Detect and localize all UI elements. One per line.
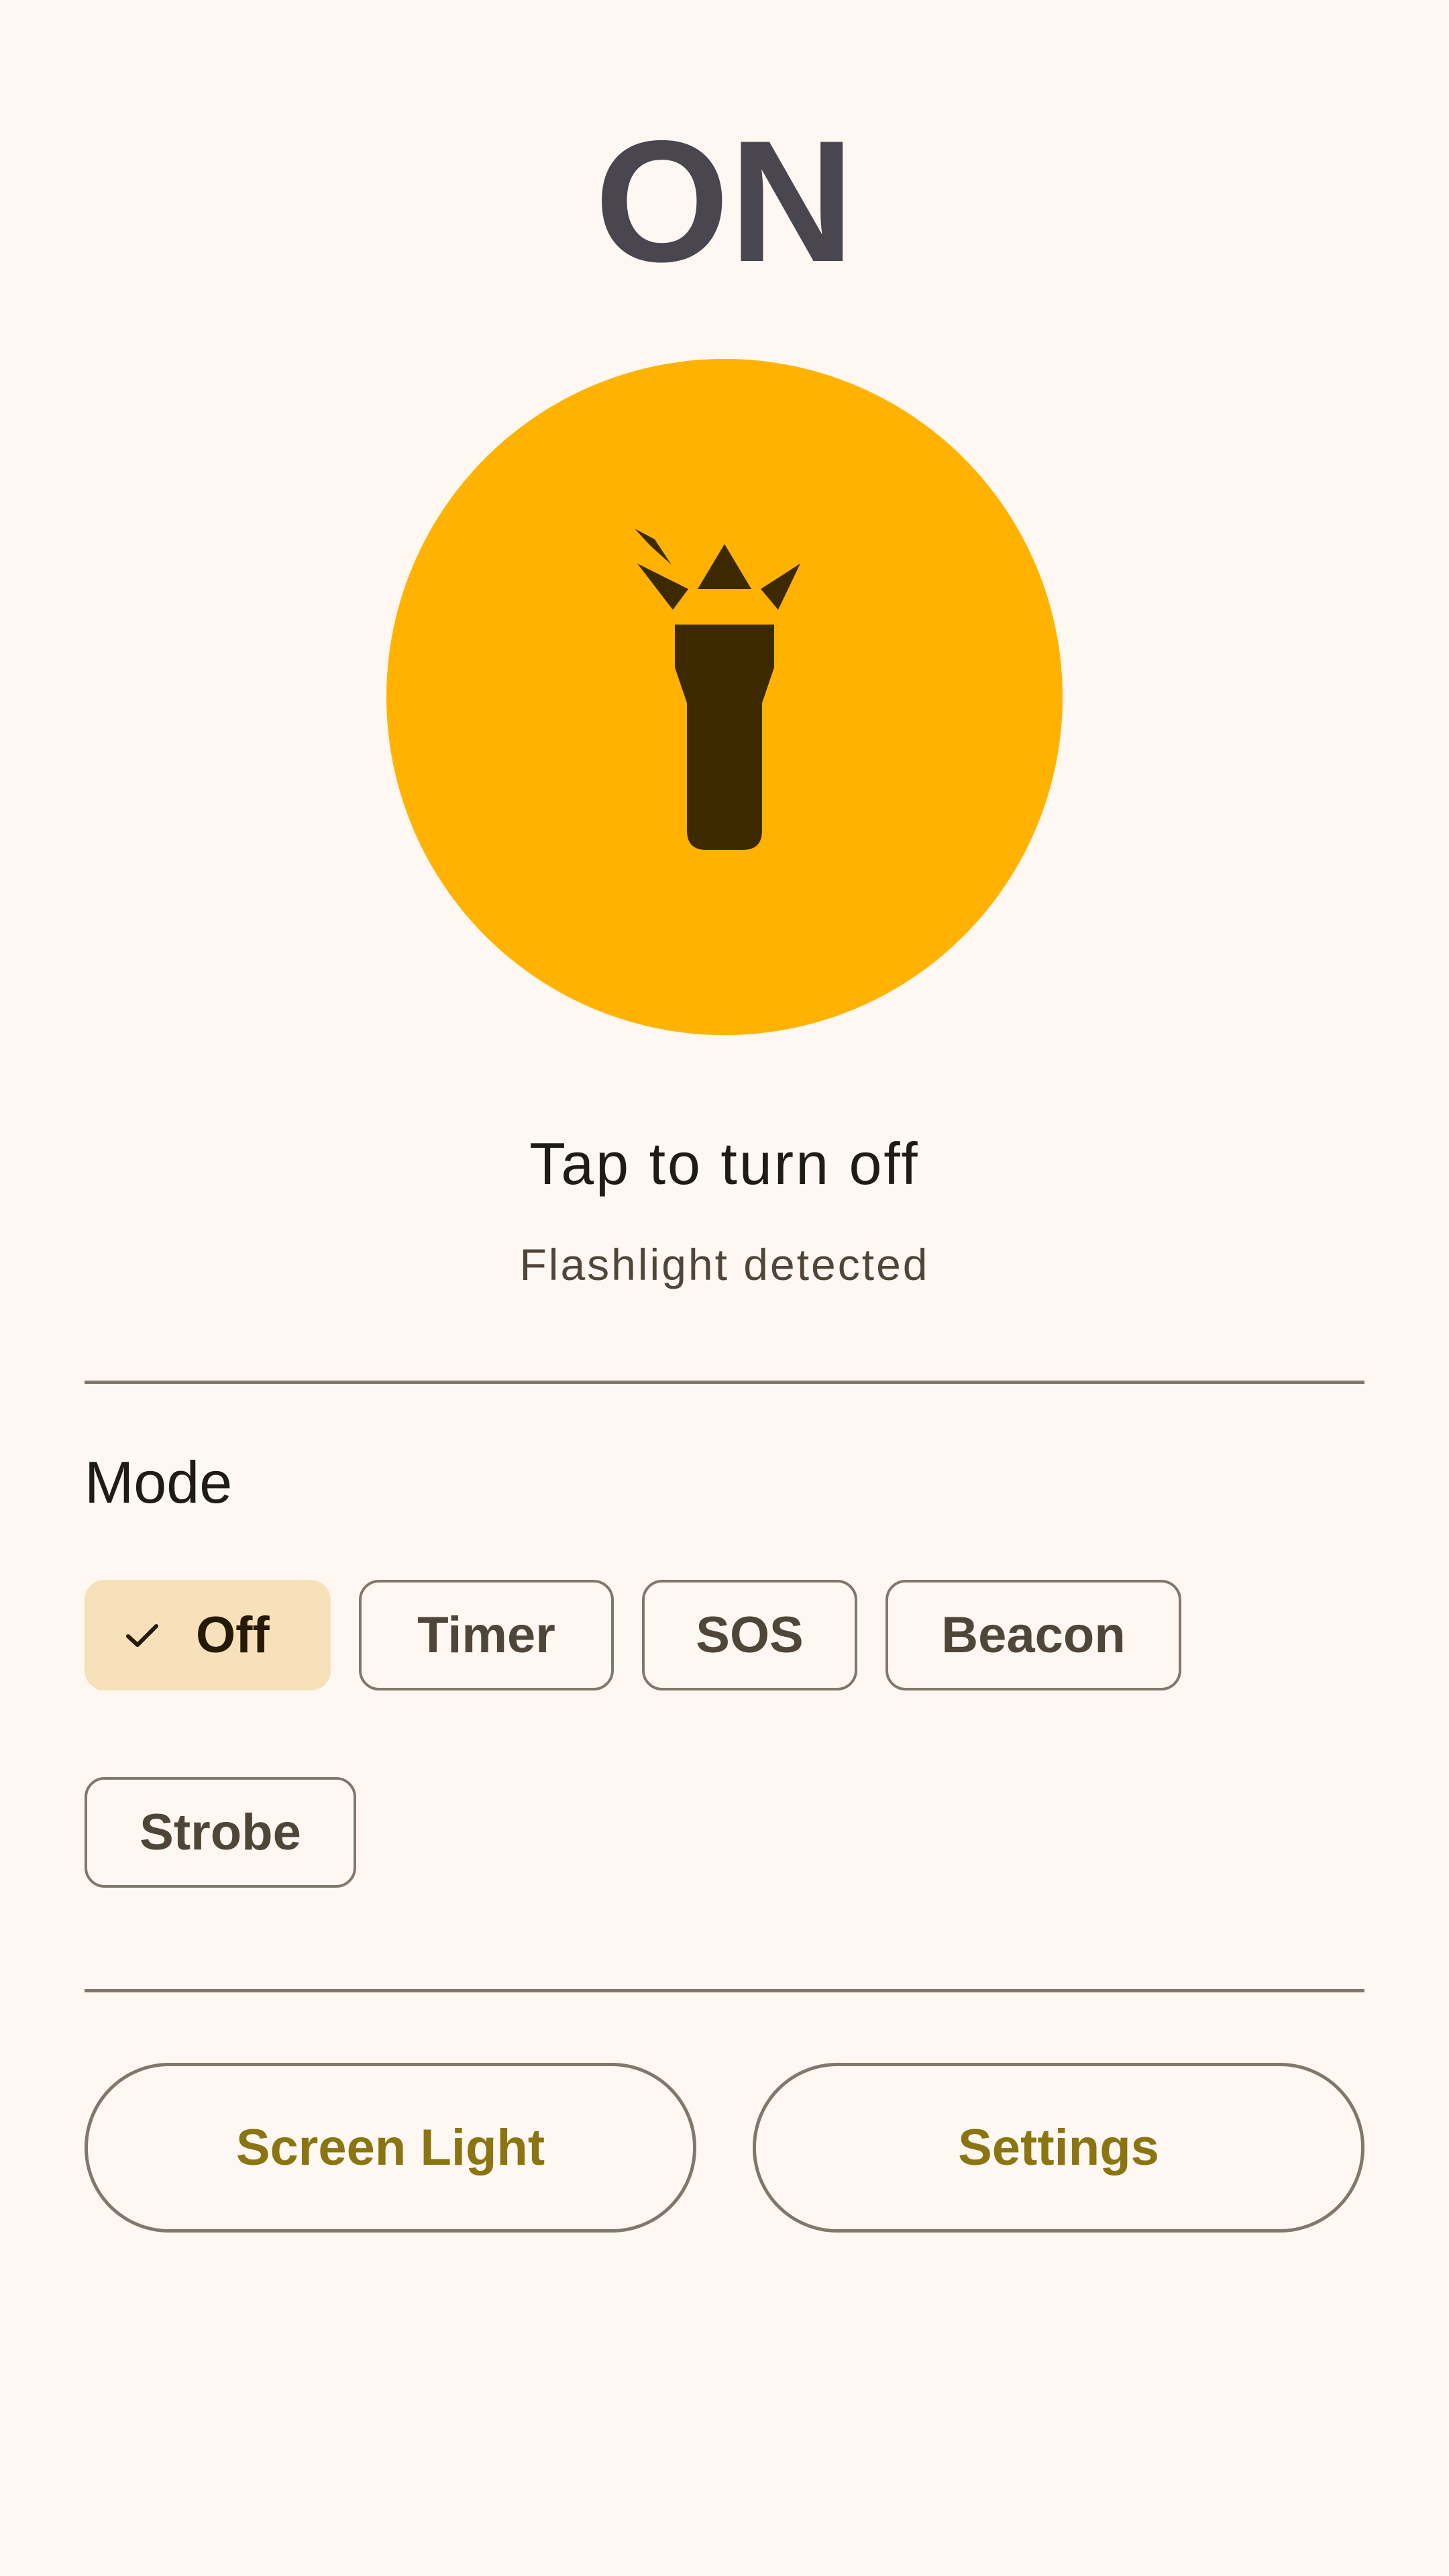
mode-chip-sos[interactable]: SOS — [642, 1580, 857, 1690]
screen-light-button[interactable]: Screen Light — [85, 2063, 696, 2233]
torch-toggle-button[interactable] — [386, 359, 1063, 1035]
mode-chip-beacon[interactable]: Beacon — [885, 1580, 1181, 1690]
status-title: ON — [594, 104, 855, 298]
primary-hint: Tap to turn off — [529, 1130, 920, 1197]
settings-button-label: Settings — [958, 2119, 1159, 2176]
mode-chip-label: Strobe — [140, 1804, 301, 1861]
mode-chip-label: Timer — [417, 1607, 555, 1664]
flashlight-icon — [635, 529, 800, 850]
mode-chip-label: Off — [196, 1607, 270, 1664]
device-status-text: Flashlight detected — [519, 1240, 930, 1289]
mode-chip-off[interactable]: Off — [85, 1580, 331, 1690]
mode-chip-strobe[interactable]: Strobe — [85, 1777, 356, 1888]
divider — [85, 1989, 1364, 1992]
settings-button[interactable]: Settings — [753, 2063, 1364, 2233]
mode-chip-timer[interactable]: Timer — [359, 1580, 614, 1690]
mode-chip-label: SOS — [696, 1607, 804, 1664]
screen-light-button-label: Screen Light — [235, 2119, 545, 2176]
mode-chip-label: Beacon — [941, 1607, 1126, 1664]
divider — [85, 1381, 1364, 1384]
mode-section-title: Mode — [85, 1449, 233, 1515]
check-icon — [125, 1623, 159, 1647]
